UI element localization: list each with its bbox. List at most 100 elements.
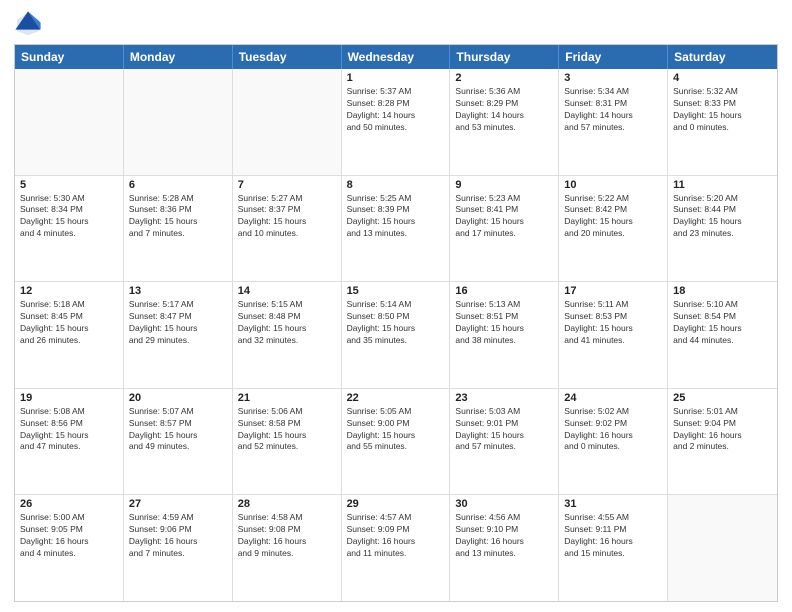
calendar-row-4: 26 Sunrise: 5:00 AM Sunset: 9:05 PM Dayli… [15, 495, 777, 601]
calendar-cell-2: 2 Sunrise: 5:36 AM Sunset: 8:29 PM Daylig… [450, 69, 559, 175]
calendar-cell-7: 7 Sunrise: 5:27 AM Sunset: 8:37 PM Daylig… [233, 176, 342, 282]
weekday-header-monday: Monday [124, 45, 233, 69]
day-number: 15 [347, 285, 445, 297]
day-info: Sunrise: 5:10 AM Sunset: 8:54 PM Dayligh… [673, 299, 772, 347]
day-info: Sunrise: 5:14 AM Sunset: 8:50 PM Dayligh… [347, 299, 445, 347]
calendar: SundayMondayTuesdayWednesdayThursdayFrid… [14, 44, 778, 602]
calendar-cell-empty-0-0 [15, 69, 124, 175]
logo-icon [14, 10, 42, 38]
day-number: 21 [238, 392, 336, 404]
day-number: 5 [20, 179, 118, 191]
calendar-cell-26: 26 Sunrise: 5:00 AM Sunset: 9:05 PM Dayli… [15, 495, 124, 601]
day-info: Sunrise: 5:00 AM Sunset: 9:05 PM Dayligh… [20, 512, 118, 560]
calendar-cell-4: 4 Sunrise: 5:32 AM Sunset: 8:33 PM Daylig… [668, 69, 777, 175]
day-number: 24 [564, 392, 662, 404]
day-info: Sunrise: 5:13 AM Sunset: 8:51 PM Dayligh… [455, 299, 553, 347]
day-number: 9 [455, 179, 553, 191]
day-number: 12 [20, 285, 118, 297]
day-number: 8 [347, 179, 445, 191]
calendar-cell-29: 29 Sunrise: 4:57 AM Sunset: 9:09 PM Dayli… [342, 495, 451, 601]
day-number: 6 [129, 179, 227, 191]
header [14, 10, 778, 38]
day-info: Sunrise: 4:58 AM Sunset: 9:08 PM Dayligh… [238, 512, 336, 560]
day-info: Sunrise: 5:27 AM Sunset: 8:37 PM Dayligh… [238, 193, 336, 241]
day-number: 7 [238, 179, 336, 191]
day-info: Sunrise: 5:25 AM Sunset: 8:39 PM Dayligh… [347, 193, 445, 241]
page: SundayMondayTuesdayWednesdayThursdayFrid… [0, 0, 792, 612]
calendar-cell-14: 14 Sunrise: 5:15 AM Sunset: 8:48 PM Dayli… [233, 282, 342, 388]
day-number: 26 [20, 498, 118, 510]
calendar-cell-1: 1Sunrise: 5:37 AM Sunset: 8:28 PM Daylig… [342, 69, 451, 175]
day-number: 27 [129, 498, 227, 510]
day-number: 2 [455, 72, 553, 84]
day-number: 13 [129, 285, 227, 297]
day-number: 17 [564, 285, 662, 297]
day-info: Sunrise: 5:07 AM Sunset: 8:57 PM Dayligh… [129, 406, 227, 454]
calendar-cell-31: 31 Sunrise: 4:55 AM Sunset: 9:11 PM Dayli… [559, 495, 668, 601]
calendar-cell-30: 30 Sunrise: 4:56 AM Sunset: 9:10 PM Dayli… [450, 495, 559, 601]
calendar-cell-20: 20 Sunrise: 5:07 AM Sunset: 8:57 PM Dayli… [124, 389, 233, 495]
day-info: Sunrise: 5:01 AM Sunset: 9:04 PM Dayligh… [673, 406, 772, 454]
calendar-cell-25: 25 Sunrise: 5:01 AM Sunset: 9:04 PM Dayli… [668, 389, 777, 495]
day-number: 10 [564, 179, 662, 191]
calendar-cell-19: 19Sunrise: 5:08 AM Sunset: 8:56 PM Dayli… [15, 389, 124, 495]
calendar-cell-13: 13 Sunrise: 5:17 AM Sunset: 8:47 PM Dayli… [124, 282, 233, 388]
day-number: 4 [673, 72, 772, 84]
day-info: Sunrise: 5:05 AM Sunset: 9:00 PM Dayligh… [347, 406, 445, 454]
day-info: Sunrise: 5:23 AM Sunset: 8:41 PM Dayligh… [455, 193, 553, 241]
day-info: Sunrise: 5:08 AM Sunset: 8:56 PM Dayligh… [20, 406, 118, 454]
day-number: 16 [455, 285, 553, 297]
day-info: Sunrise: 4:57 AM Sunset: 9:09 PM Dayligh… [347, 512, 445, 560]
calendar-cell-empty-4-6 [668, 495, 777, 601]
day-info: Sunrise: 5:06 AM Sunset: 8:58 PM Dayligh… [238, 406, 336, 454]
day-info: Sunrise: 5:03 AM Sunset: 9:01 PM Dayligh… [455, 406, 553, 454]
calendar-cell-10: 10Sunrise: 5:22 AM Sunset: 8:42 PM Dayli… [559, 176, 668, 282]
calendar-cell-empty-0-1 [124, 69, 233, 175]
logo [14, 10, 46, 38]
day-number: 30 [455, 498, 553, 510]
day-number: 29 [347, 498, 445, 510]
day-info: Sunrise: 5:15 AM Sunset: 8:48 PM Dayligh… [238, 299, 336, 347]
calendar-cell-16: 16 Sunrise: 5:13 AM Sunset: 8:51 PM Dayli… [450, 282, 559, 388]
day-number: 28 [238, 498, 336, 510]
day-info: Sunrise: 4:56 AM Sunset: 9:10 PM Dayligh… [455, 512, 553, 560]
day-info: Sunrise: 4:55 AM Sunset: 9:11 PM Dayligh… [564, 512, 662, 560]
calendar-cell-28: 28 Sunrise: 4:58 AM Sunset: 9:08 PM Dayli… [233, 495, 342, 601]
day-number: 25 [673, 392, 772, 404]
calendar-cell-24: 24 Sunrise: 5:02 AM Sunset: 9:02 PM Dayli… [559, 389, 668, 495]
calendar-cell-empty-0-2 [233, 69, 342, 175]
calendar-header: SundayMondayTuesdayWednesdayThursdayFrid… [15, 45, 777, 69]
day-info: Sunrise: 5:28 AM Sunset: 8:36 PM Dayligh… [129, 193, 227, 241]
weekday-header-wednesday: Wednesday [342, 45, 451, 69]
weekday-header-saturday: Saturday [668, 45, 777, 69]
day-number: 23 [455, 392, 553, 404]
calendar-cell-15: 15 Sunrise: 5:14 AM Sunset: 8:50 PM Dayli… [342, 282, 451, 388]
day-info: Sunrise: 4:59 AM Sunset: 9:06 PM Dayligh… [129, 512, 227, 560]
calendar-cell-18: 18 Sunrise: 5:10 AM Sunset: 8:54 PM Dayli… [668, 282, 777, 388]
calendar-cell-21: 21 Sunrise: 5:06 AM Sunset: 8:58 PM Dayli… [233, 389, 342, 495]
day-number: 31 [564, 498, 662, 510]
calendar-row-1: 5Sunrise: 5:30 AM Sunset: 8:34 PM Daylig… [15, 176, 777, 283]
calendar-cell-6: 6 Sunrise: 5:28 AM Sunset: 8:36 PM Daylig… [124, 176, 233, 282]
calendar-cell-22: 22 Sunrise: 5:05 AM Sunset: 9:00 PM Dayli… [342, 389, 451, 495]
weekday-header-friday: Friday [559, 45, 668, 69]
calendar-cell-12: 12 Sunrise: 5:18 AM Sunset: 8:45 PM Dayli… [15, 282, 124, 388]
day-number: 22 [347, 392, 445, 404]
day-info: Sunrise: 5:17 AM Sunset: 8:47 PM Dayligh… [129, 299, 227, 347]
weekday-header-thursday: Thursday [450, 45, 559, 69]
day-info: Sunrise: 5:18 AM Sunset: 8:45 PM Dayligh… [20, 299, 118, 347]
weekday-header-tuesday: Tuesday [233, 45, 342, 69]
day-info: Sunrise: 5:11 AM Sunset: 8:53 PM Dayligh… [564, 299, 662, 347]
day-info: Sunrise: 5:20 AM Sunset: 8:44 PM Dayligh… [673, 193, 772, 241]
calendar-body: 1Sunrise: 5:37 AM Sunset: 8:28 PM Daylig… [15, 69, 777, 601]
day-number: 14 [238, 285, 336, 297]
day-info: Sunrise: 5:02 AM Sunset: 9:02 PM Dayligh… [564, 406, 662, 454]
day-number: 3 [564, 72, 662, 84]
day-info: Sunrise: 5:32 AM Sunset: 8:33 PM Dayligh… [673, 86, 772, 134]
day-info: Sunrise: 5:36 AM Sunset: 8:29 PM Dayligh… [455, 86, 553, 134]
day-number: 18 [673, 285, 772, 297]
day-info: Sunrise: 5:34 AM Sunset: 8:31 PM Dayligh… [564, 86, 662, 134]
calendar-cell-8: 8 Sunrise: 5:25 AM Sunset: 8:39 PM Daylig… [342, 176, 451, 282]
calendar-cell-17: 17 Sunrise: 5:11 AM Sunset: 8:53 PM Dayli… [559, 282, 668, 388]
day-number: 20 [129, 392, 227, 404]
